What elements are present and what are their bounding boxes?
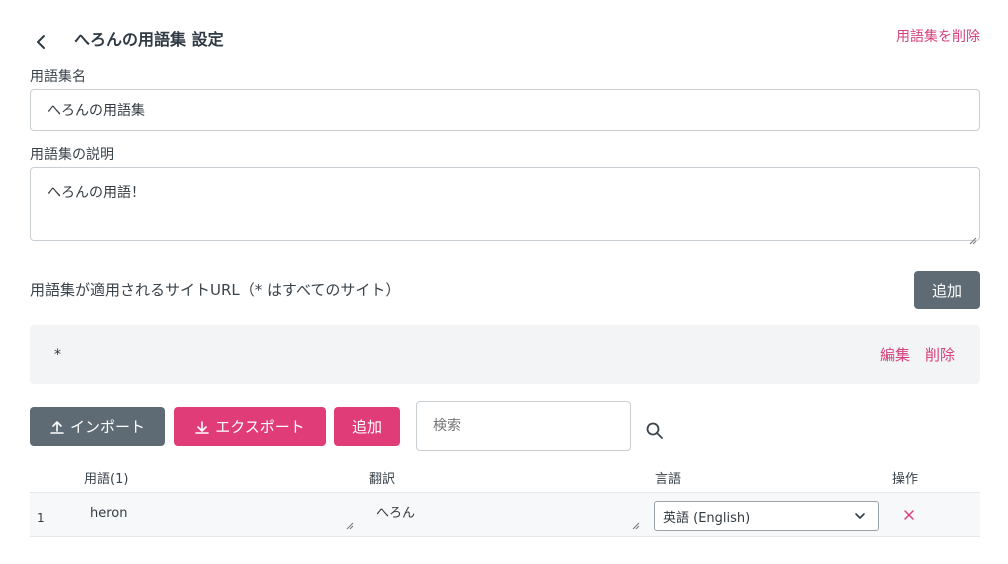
glossary-description-label: 用語集の説明 (30, 147, 114, 163)
term-resize-handle-icon[interactable] (346, 515, 354, 530)
chevron-down-icon (854, 512, 866, 520)
search-input[interactable] (416, 401, 631, 451)
site-url-label: 用語集が適用されるサイトURL（* はすべてのサイト） (30, 281, 401, 299)
resize-handle-icon[interactable] (969, 230, 977, 245)
glossary-description-input[interactable]: へろんの用語！ (30, 167, 980, 241)
column-header-term[interactable]: 用語(1) (84, 471, 128, 489)
export-button-label: エクスポート (215, 418, 305, 436)
delete-site-url-link[interactable]: 削除 (925, 345, 955, 365)
edit-site-url-link[interactable]: 編集 (880, 345, 910, 365)
column-header-translation: 翻訳 (369, 472, 396, 487)
row-index: 1 (37, 511, 45, 525)
translation-cell-input[interactable]: へろん (376, 505, 415, 523)
import-button-label: インポート (69, 418, 145, 436)
search-icon[interactable] (645, 421, 665, 441)
export-button[interactable]: エクスポート (174, 407, 326, 446)
column-header-actions: 操作 (892, 472, 919, 487)
back-icon[interactable] (30, 28, 54, 56)
language-select[interactable]: 英語 (English) (654, 501, 879, 531)
add-term-button[interactable]: 追加 (334, 407, 400, 446)
download-icon (195, 420, 210, 434)
import-button[interactable]: インポート (30, 407, 165, 446)
language-select-value: 英語 (English) (663, 510, 751, 526)
add-site-url-button[interactable]: 追加 (914, 271, 980, 309)
column-header-language: 言語 (655, 472, 682, 487)
delete-glossary-link[interactable]: 用語集を削除 (896, 26, 980, 48)
site-url-row (30, 325, 980, 384)
page-title: へろんの用語集 設定 (74, 30, 224, 49)
glossary-name-label: 用語集名 (30, 69, 86, 85)
site-url-value: * (54, 347, 61, 363)
upload-icon (50, 420, 64, 434)
glossary-name-input[interactable] (30, 89, 980, 131)
remove-term-icon[interactable] (901, 507, 917, 523)
translation-resize-handle-icon[interactable] (632, 515, 640, 530)
term-cell-input[interactable]: heron (90, 505, 128, 523)
